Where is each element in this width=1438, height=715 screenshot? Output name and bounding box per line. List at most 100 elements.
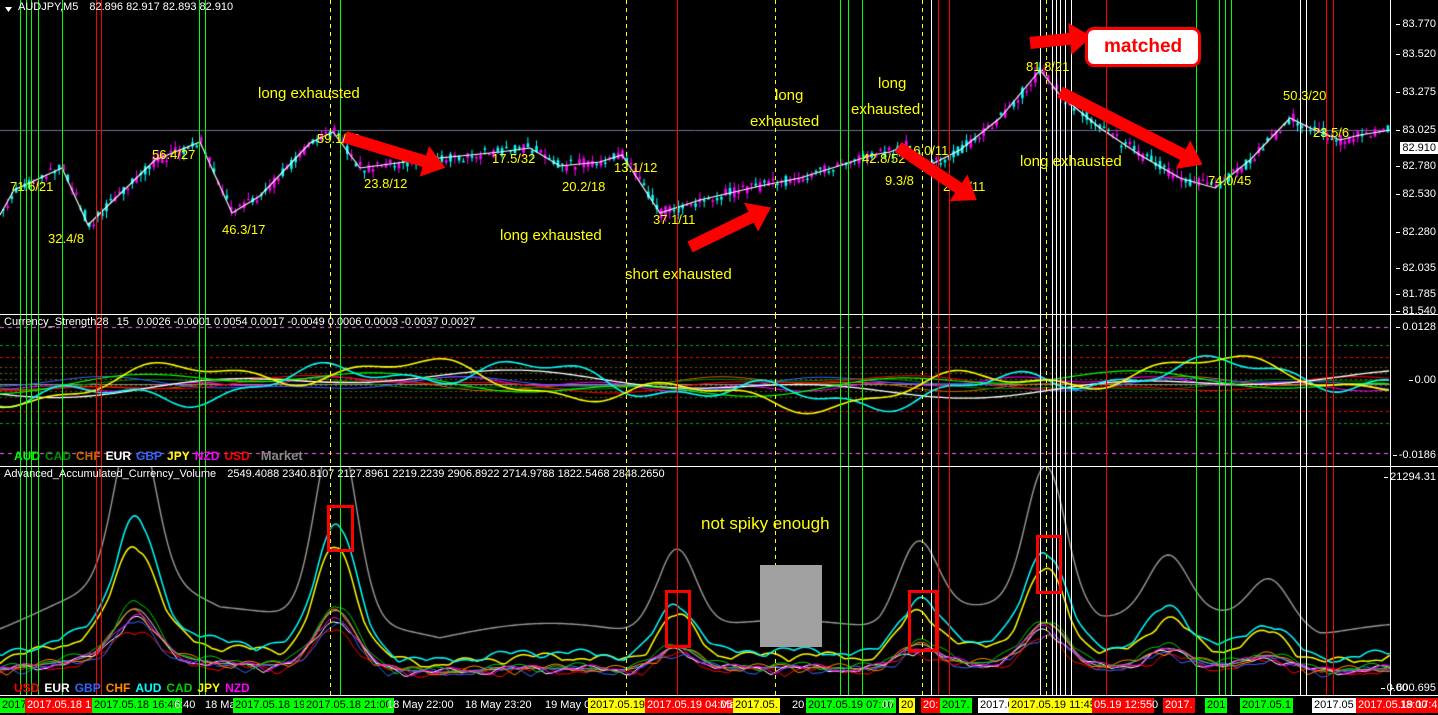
event-vertical-line <box>677 315 678 466</box>
strength-indicator-name: Currency_Strength28 <box>4 316 109 328</box>
event-vertical-line <box>62 467 63 696</box>
event-vertical-line <box>1056 0 1057 314</box>
time-axis-label[interactable]: 18 May 23:20 <box>463 698 534 713</box>
event-vertical-line <box>1060 315 1061 466</box>
time-axis-label[interactable]: 2017.05. <box>733 698 780 713</box>
strength-legend-item-nzd: NZD <box>194 449 220 463</box>
event-vertical-line <box>1333 0 1334 314</box>
currency-strength-panel[interactable]: Currency_Strength28 15 0.0026 -0.0001 0.… <box>0 314 1438 467</box>
event-vertical-line <box>1326 467 1327 696</box>
event-vertical-line <box>101 315 102 466</box>
event-vertical-line <box>1326 315 1327 466</box>
event-vertical-line <box>840 0 841 314</box>
event-vertical-line <box>775 315 776 466</box>
symbol-period-label: AUDJPY,M5 <box>18 1 79 13</box>
strength-legend-item-eur: EUR <box>105 449 132 463</box>
time-axis-label[interactable]: 0 <box>1150 698 1160 713</box>
event-vertical-line <box>1065 315 1066 466</box>
price-scale[interactable]: 83.770 83.520 83.275 83.025 82.780 82.530 82.2… <box>1390 0 1438 317</box>
volume-tick: 0.00 <box>1380 682 1408 694</box>
time-axis-label[interactable]: 2017.05.19 11:45 <box>1009 698 1098 713</box>
event-vertical-line <box>848 0 849 314</box>
event-vertical-line <box>1306 0 1307 314</box>
strength-legend-item-usd: USD <box>224 449 250 463</box>
event-vertical-line <box>938 315 939 466</box>
time-axis[interactable]: 2017.0 2017.05.18 1 2017.05.18 16:40 6:40 18… <box>0 695 1438 715</box>
event-vertical-line <box>26 0 27 314</box>
event-vertical-line <box>340 315 341 466</box>
event-vertical-line <box>862 0 863 314</box>
time-axis-label[interactable]: 6:40 <box>172 698 197 713</box>
time-axis-label[interactable]: 2017.05.18 21:00 <box>304 698 394 713</box>
time-axis-label[interactable]: 18:00 <box>1398 698 1430 713</box>
price-tick: 83.275 <box>1396 86 1436 98</box>
volume-legend-item-gbp: GBP <box>74 681 101 695</box>
event-vertical-line <box>922 315 923 466</box>
event-vertical-line <box>1231 315 1232 466</box>
event-vertical-line <box>677 0 678 314</box>
event-vertical-line <box>775 467 776 696</box>
event-vertical-line <box>1052 315 1053 466</box>
event-vertical-line <box>1225 0 1226 314</box>
price-chart-panel[interactable]: AUDJPY,M5 82.896 82.917 82.893 82.910 83… <box>0 0 1438 317</box>
volume-legend-item-nzd: NZD <box>225 681 250 695</box>
time-axis-label[interactable]: 20 <box>790 698 806 713</box>
time-axis-label[interactable]: 2017. <box>940 698 972 713</box>
time-axis-label[interactable]: 05.19 12:55 <box>1092 698 1155 713</box>
event-vertical-line <box>20 467 21 696</box>
event-vertical-line <box>931 315 932 466</box>
event-vertical-line <box>840 467 841 696</box>
mt4-chart-window: AUDJPY,M5 82.896 82.917 82.893 82.910 83… <box>0 0 1438 715</box>
time-axis-label[interactable]: 2017.05.1 <box>1240 698 1293 713</box>
strength-tick: 0.00 <box>1408 374 1436 386</box>
time-axis-label[interactable]: 20 <box>899 698 916 713</box>
event-vertical-line <box>205 315 206 466</box>
time-axis-label[interactable]: 07 <box>880 698 896 713</box>
time-axis-label[interactable]: 2017. <box>1163 698 1195 713</box>
event-vertical-line <box>31 0 32 314</box>
event-vertical-line <box>1300 467 1301 696</box>
volume-scale[interactable]: 21294.31 600.695 0.00 <box>1380 467 1438 696</box>
volume-indicator-name: Advanced_Accumulated_Currency_Volume <box>4 468 217 480</box>
price-tick: 83.025 <box>1396 124 1436 136</box>
event-vertical-line <box>1225 467 1226 696</box>
volume-panel-header: Advanced_Accumulated_Currency_Volume 254… <box>4 468 665 480</box>
event-vertical-line <box>38 315 39 466</box>
time-axis-label[interactable]: 2017.05.18 16:40 <box>92 698 182 713</box>
event-vertical-line <box>96 467 97 696</box>
event-vertical-line <box>1065 0 1066 314</box>
event-vertical-line <box>330 467 331 696</box>
event-vertical-line <box>1333 467 1334 696</box>
volume-legend-item-chf: CHF <box>105 681 131 695</box>
price-tick: 81.785 <box>1396 288 1436 300</box>
time-axis-label[interactable]: 2017.05.19 <box>588 698 648 713</box>
price-tick: 82.035 <box>1396 262 1436 274</box>
time-axis-label[interactable]: 18 May 22:00 <box>385 698 456 713</box>
time-axis-label[interactable]: 201 <box>1205 698 1228 713</box>
market-label: Market <box>260 448 303 463</box>
event-vertical-line <box>1046 0 1047 314</box>
event-vertical-line <box>1040 315 1041 466</box>
strength-indicator-values: 0.0026 -0.0001 0.0054 0.0017 -0.0049 0.0… <box>136 316 476 328</box>
event-vertical-line <box>1196 0 1197 314</box>
event-vertical-line <box>38 0 39 314</box>
chart-menu-button[interactable] <box>2 2 15 14</box>
event-vertical-line <box>205 0 206 314</box>
event-vertical-line <box>31 315 32 466</box>
price-tick: 82.280 <box>1396 226 1436 238</box>
accumulated-volume-panel[interactable]: Advanced_Accumulated_Currency_Volume 254… <box>0 466 1438 697</box>
event-vertical-line <box>1071 315 1072 466</box>
volume-legend-item-usd: USD <box>14 681 40 695</box>
event-vertical-line <box>340 0 341 314</box>
event-vertical-line <box>1046 315 1047 466</box>
time-axis-label[interactable]: 2017.05.18 19: <box>233 698 311 713</box>
event-vertical-line <box>1056 315 1057 466</box>
time-axis-label[interactable]: 2017.05.18 1 <box>25 698 94 713</box>
strength-scale[interactable]: 0.0128 0.00 -0.0186 <box>1390 315 1438 466</box>
event-vertical-line <box>26 315 27 466</box>
strength-legend-item-gbp: GBP <box>136 449 163 463</box>
time-axis-label[interactable]: 2017.05 <box>1312 698 1356 713</box>
event-vertical-line <box>677 467 678 696</box>
event-vertical-line <box>1052 467 1053 696</box>
event-vertical-line <box>922 467 923 696</box>
